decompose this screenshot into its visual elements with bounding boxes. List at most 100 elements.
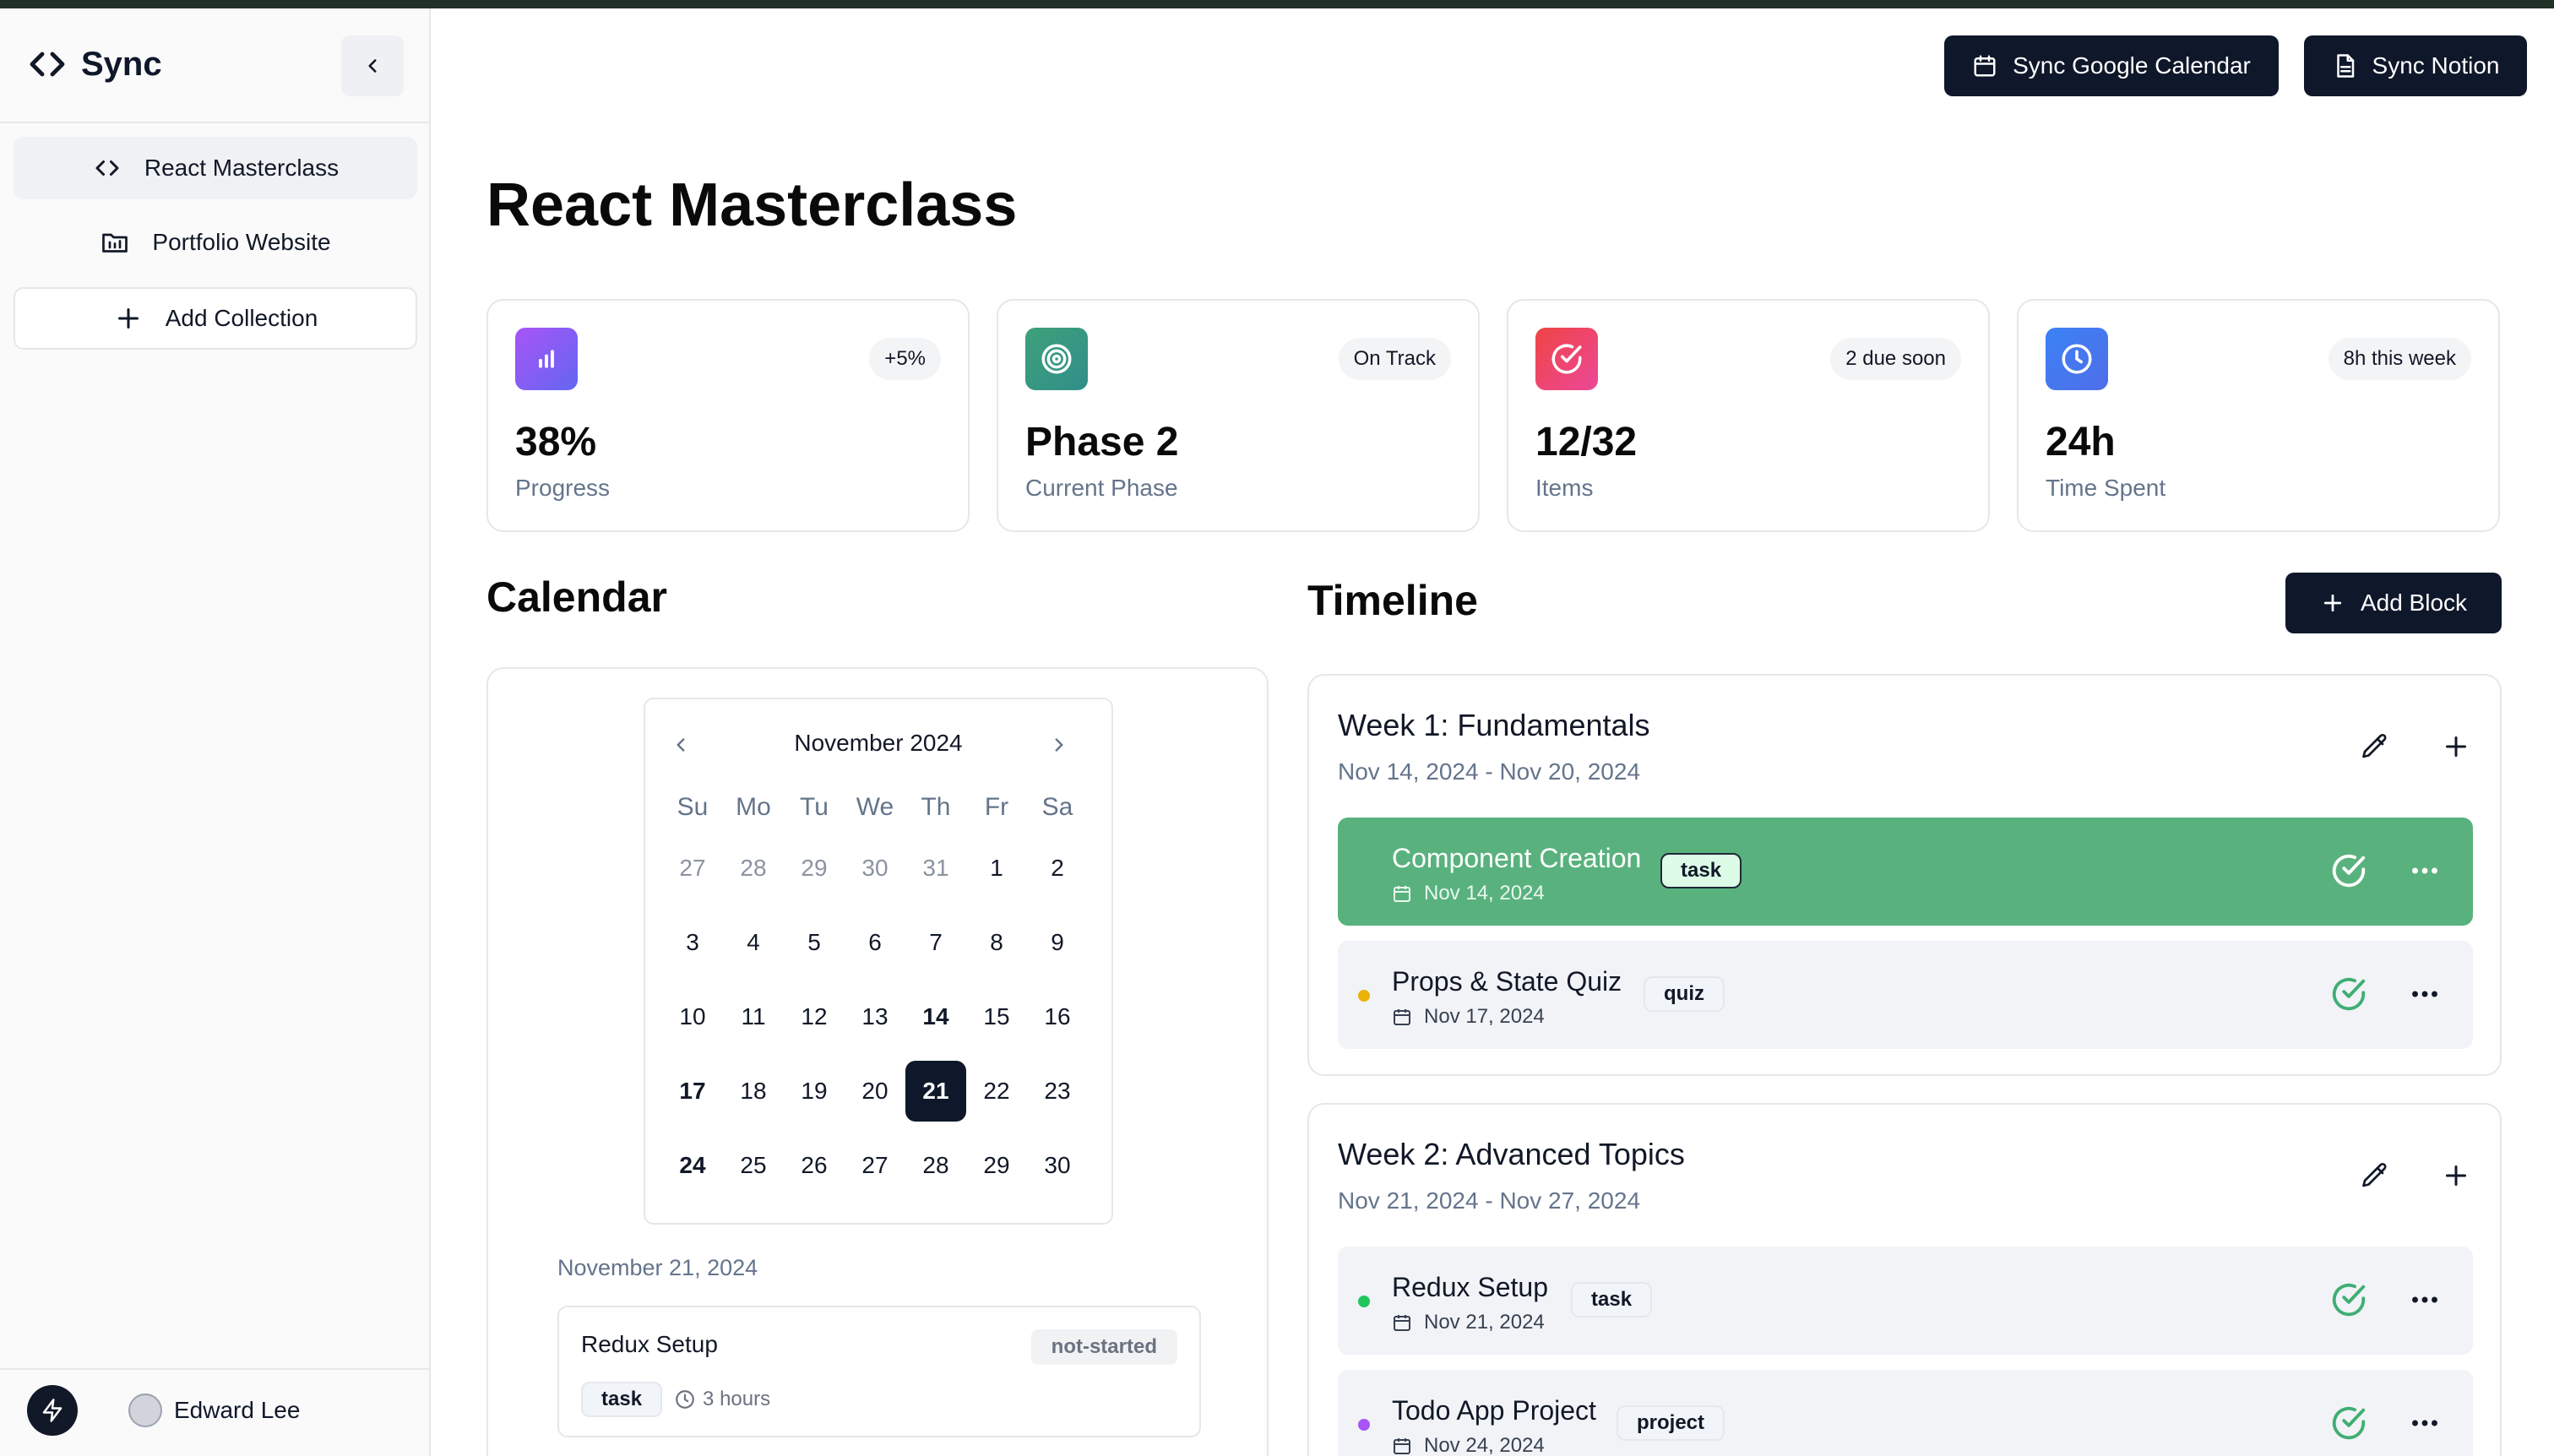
calendar-day[interactable]: 26 (784, 1135, 845, 1196)
add-collection-label: Add Collection (165, 305, 318, 331)
calendar-day[interactable]: 29 (784, 838, 845, 899)
calendar-day[interactable]: 15 (966, 986, 1027, 1047)
event-duration: 3 hours (674, 1388, 770, 1411)
weekday-label: Th (921, 793, 951, 821)
bar-chart-icon (539, 350, 554, 368)
calendar-day[interactable]: 18 (723, 1061, 784, 1122)
clock-icon (676, 1390, 694, 1409)
calendar-day[interactable]: 3 (662, 912, 723, 973)
check-circle-icon[interactable] (2329, 851, 2368, 890)
add-to-week-button[interactable] (2436, 1155, 2476, 1196)
more-options-icon[interactable] (2405, 851, 2444, 890)
check-circle-icon[interactable] (2329, 975, 2368, 1013)
calendar-day[interactable]: 8 (966, 912, 1027, 973)
date-picker: November 2024 Su Mo Tu We Th Fr Sa 27 28… (644, 698, 1113, 1225)
plus-icon (2446, 736, 2466, 757)
timeline-block[interactable]: Props & State Quiz Nov 17, 2024 quiz (1338, 941, 2473, 1049)
calendar-week-row: 10 11 12 13 14 15 16 (662, 980, 1088, 1054)
calendar-day[interactable]: 10 (662, 986, 723, 1047)
event-title: Redux Setup (581, 1331, 718, 1357)
edit-week-button[interactable] (2355, 1155, 2395, 1196)
calendar-icon (1394, 1009, 1410, 1025)
block-date-text: Nov 14, 2024 (1424, 882, 1545, 905)
calendar-day[interactable]: 13 (845, 986, 905, 1047)
sync-notion-button[interactable]: Sync Notion (2304, 35, 2527, 96)
calendar-day[interactable]: 30 (1027, 1135, 1088, 1196)
calendar-day[interactable]: 29 (966, 1135, 1027, 1196)
week-date-range: Nov 14, 2024 - Nov 20, 2024 (1338, 758, 1641, 785)
add-block-button[interactable]: Add Block (2285, 573, 2502, 633)
calendar-week-row: 17 18 19 20 21 22 23 (662, 1054, 1088, 1128)
calendar-icon (1394, 1438, 1410, 1454)
week-card: Week 2: Advanced Topics Nov 21, 2024 - N… (1307, 1103, 2502, 1456)
calendar-day[interactable]: 5 (784, 912, 845, 973)
calendar-day[interactable]: 16 (1027, 986, 1088, 1047)
selected-date-label: November 21, 2024 (557, 1255, 758, 1280)
user-profile[interactable]: Edward Lee (128, 1394, 300, 1427)
calendar-day[interactable]: 27 (662, 838, 723, 899)
edit-week-button[interactable] (2355, 726, 2395, 767)
event-type-tag: task (581, 1382, 663, 1417)
calendar-day[interactable]: 11 (723, 986, 784, 1047)
calendar-day[interactable]: 6 (845, 912, 905, 973)
calendar-day[interactable]: 19 (784, 1061, 845, 1122)
calendar-day[interactable]: 7 (905, 912, 966, 973)
duration-text: 3 hours (703, 1388, 771, 1410)
sidebar-item-portfolio-website[interactable]: Portfolio Website (14, 211, 417, 274)
calendar-day[interactable]: 30 (845, 838, 905, 899)
calendar-day[interactable]: 23 (1027, 1061, 1088, 1122)
calendar-day[interactable]: 25 (723, 1135, 784, 1196)
calendar-day-selected[interactable]: 21 (905, 1061, 966, 1122)
clock-icon (2062, 344, 2092, 374)
add-collection-button[interactable]: Add Collection (14, 287, 417, 350)
brand[interactable]: Sync (27, 44, 162, 84)
stat-value: 38% (515, 420, 597, 465)
block-date-text: Nov 24, 2024 (1424, 1434, 1545, 1456)
calendar-day[interactable]: 9 (1027, 912, 1088, 973)
block-title: Todo App Project (1392, 1395, 1596, 1426)
sync-google-calendar-button[interactable]: Sync Google Calendar (1944, 35, 2279, 96)
calendar-day[interactable]: 20 (845, 1061, 905, 1122)
code-icon (95, 160, 119, 176)
calendar-day[interactable]: 27 (845, 1135, 905, 1196)
weekday-label: Tu (800, 793, 829, 821)
stat-value: Phase 2 (1025, 420, 1179, 465)
stat-icon-box (1535, 328, 1598, 390)
calendar-day[interactable]: 1 (966, 838, 1027, 899)
timeline-block[interactable]: Redux Setup Nov 21, 2024 task (1338, 1247, 2473, 1355)
more-options-icon[interactable] (2405, 975, 2444, 1013)
calendar-event-card[interactable]: Redux Setup not-started task 3 hours (557, 1306, 1201, 1437)
stat-badge: 8h this week (2328, 338, 2471, 380)
more-options-icon[interactable] (2405, 1280, 2444, 1319)
stat-card-phase: On Track Phase 2 Current Phase (997, 299, 1480, 532)
calendar-day-with-event[interactable]: 17 (662, 1061, 723, 1122)
stat-label: Items (1535, 475, 1594, 501)
more-options-icon[interactable] (2405, 1404, 2444, 1442)
calendar-day-with-event[interactable]: 14 (905, 986, 966, 1047)
stat-icon-box (2046, 328, 2108, 390)
next-month-button[interactable] (1042, 728, 1076, 762)
calendar-day[interactable]: 4 (723, 912, 784, 973)
add-to-week-button[interactable] (2436, 726, 2476, 767)
sidebar-item-react-masterclass[interactable]: React Masterclass (14, 137, 417, 199)
calendar-day[interactable]: 31 (905, 838, 966, 899)
calendar-day[interactable]: 22 (966, 1061, 1027, 1122)
calendar-day[interactable]: 12 (784, 986, 845, 1047)
stat-card-progress: +5% 38% Progress (486, 299, 970, 532)
top-edge-strip (0, 0, 2554, 8)
check-circle-icon[interactable] (2329, 1404, 2368, 1442)
calendar-day[interactable]: 2 (1027, 838, 1088, 899)
status-dot (1358, 1419, 1370, 1431)
weekday-label: Su (677, 793, 709, 821)
calendar-day[interactable]: 28 (723, 838, 784, 899)
calendar-section-title: Calendar (486, 573, 667, 621)
check-circle-icon[interactable] (2329, 1280, 2368, 1319)
calendar-day-with-event[interactable]: 24 (662, 1135, 723, 1196)
calendar-day[interactable]: 28 (905, 1135, 966, 1196)
timeline-block[interactable]: Todo App Project Nov 24, 2024 project (1338, 1370, 2473, 1456)
timeline-block[interactable]: Component Creation Nov 14, 2024 task (1338, 818, 2473, 926)
bolt-button[interactable] (27, 1385, 78, 1436)
week-title: Week 1: Fundamentals (1338, 708, 1650, 742)
stat-badge: On Track (1338, 338, 1451, 380)
collapse-sidebar-button[interactable] (341, 35, 404, 96)
